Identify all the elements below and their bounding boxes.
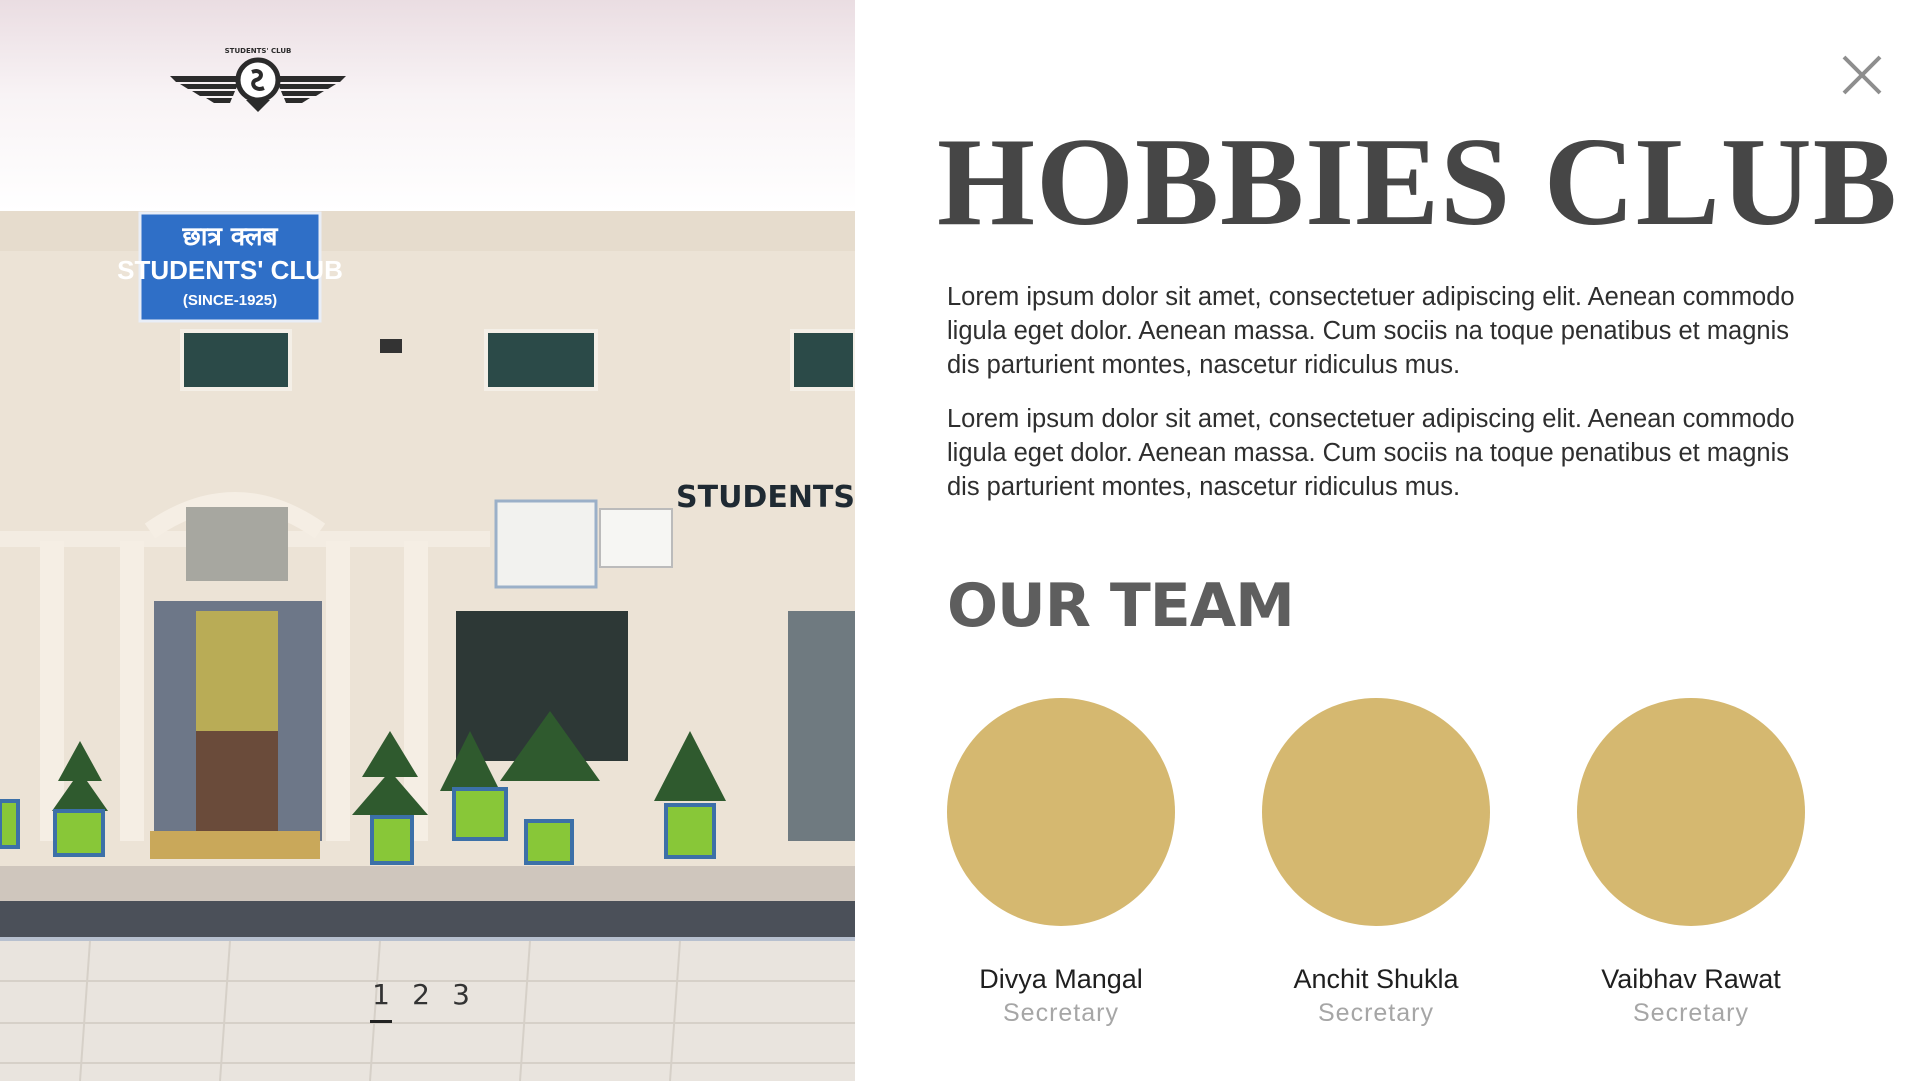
avatar	[947, 698, 1175, 926]
sign-since: (SINCE-1925)	[183, 292, 277, 309]
pager-page-3[interactable]: 3	[450, 978, 472, 1023]
pager-page-1[interactable]: 1	[370, 978, 392, 1023]
member-role: Secretary	[1633, 999, 1749, 1027]
member-role: Secretary	[1003, 999, 1119, 1027]
member-role: Secretary	[1318, 999, 1434, 1027]
description-paragraph-1: Lorem ipsum dolor sit amet, consectetuer…	[947, 283, 1795, 379]
logo-text: STUDENTS' CLUB	[225, 47, 292, 55]
wall-lettering: STUDENTS C	[676, 480, 855, 515]
member-name: Anchit Shukla	[1293, 964, 1459, 994]
sign-title: STUDENTS' CLUB	[117, 255, 343, 285]
sign-hindi: छात्र क्लब	[181, 222, 278, 252]
close-icon[interactable]	[1840, 53, 1884, 97]
team-heading: OUR TEAM	[947, 571, 1295, 641]
slide-pager: 1 2 3	[370, 978, 472, 1023]
member-name: Vaibhav Rawat	[1601, 964, 1781, 994]
member-name: Divya Mangal	[979, 964, 1143, 994]
team-member-card[interactable]: Vaibhav Rawat Secretary	[1576, 698, 1806, 1030]
avatar	[1577, 698, 1805, 926]
students-club-logo[interactable]: STUDENTS' CLUB	[170, 42, 346, 118]
page-title: HOBBIES CLUB	[937, 113, 1898, 252]
team-member-card[interactable]: Divya Mangal Secretary	[946, 698, 1176, 1030]
header-band	[0, 0, 855, 211]
description-paragraph-2: Lorem ipsum dolor sit amet, consectetuer…	[947, 405, 1795, 501]
left-panel: STUDENTS' CLUB छात्र क्लब STUDENTS' CLUB…	[0, 0, 855, 1081]
building-photo: छात्र क्लब STUDENTS' CLUB (SINCE-1925) S…	[0, 211, 855, 1081]
team-member-card[interactable]: Anchit Shukla Secretary	[1261, 698, 1491, 1030]
pager-page-2[interactable]: 2	[410, 978, 432, 1023]
avatar	[1262, 698, 1490, 926]
